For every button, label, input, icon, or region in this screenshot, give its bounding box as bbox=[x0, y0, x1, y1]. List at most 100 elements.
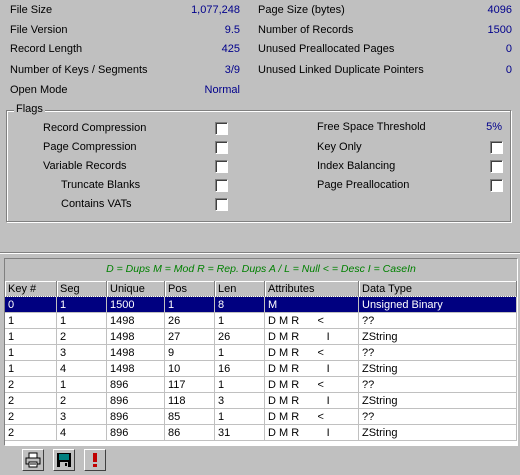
table-row[interactable]: 2 2 896 118 3 D M R I ZString bbox=[5, 393, 517, 409]
column-header-pos[interactable]: Pos bbox=[165, 281, 215, 297]
variable-records-label: Variable Records bbox=[43, 160, 127, 172]
pos-cell: 86 bbox=[165, 425, 215, 441]
record-compression-label: Record Compression bbox=[43, 122, 147, 134]
separator bbox=[0, 252, 520, 254]
unused-preallocated-value: 0 bbox=[505, 43, 512, 55]
table-row[interactable]: 2 4 896 86 31 D M R I ZString bbox=[5, 425, 517, 441]
number-of-records-value: 1500 bbox=[487, 24, 512, 36]
key-only-checkbox[interactable] bbox=[490, 141, 503, 154]
attributes-cell: D M R I bbox=[265, 393, 359, 409]
index-balancing-label: Index Balancing bbox=[317, 160, 396, 172]
file-version-label: File Version bbox=[10, 24, 68, 36]
table-row[interactable]: 2 3 896 85 1 D M R <?? bbox=[5, 409, 517, 425]
data-type-cell: ZString bbox=[359, 361, 517, 377]
key-number-cell: 2 bbox=[5, 377, 57, 393]
free-space-threshold-value: 5% bbox=[486, 121, 502, 133]
attribute-legend: D = Dups M = Mod R = Rep. Dups A / L = N… bbox=[106, 263, 416, 275]
key-number-cell: 1 bbox=[5, 313, 57, 329]
unique-cell: 896 bbox=[107, 425, 165, 441]
seg-cell: 2 bbox=[57, 329, 107, 345]
file-version-value: 9.5 bbox=[224, 24, 240, 36]
table-row[interactable]: 2 1 896 117 1 D M R <?? bbox=[5, 377, 517, 393]
attributes-cell: D M R I bbox=[265, 361, 359, 377]
record-length-value: 425 bbox=[221, 43, 240, 55]
variable-records-checkbox[interactable] bbox=[215, 160, 228, 173]
table-row[interactable]: 0 1 1500 1 8 M Unsigned Binary bbox=[5, 296, 517, 314]
page-size-label: Page Size (bytes) bbox=[258, 4, 345, 16]
table-row[interactable]: 1 3 1498 9 1 D M R <?? bbox=[5, 345, 517, 361]
len-cell: 26 bbox=[215, 329, 265, 345]
page-preallocation-checkbox[interactable] bbox=[490, 179, 503, 192]
file-size-value: 1,077,248 bbox=[191, 4, 240, 16]
column-header-data-type[interactable]: Data Type bbox=[359, 281, 517, 297]
table-row[interactable]: 1 1 1498 26 1 D M R <?? bbox=[5, 313, 517, 329]
flags-title: Flags bbox=[14, 103, 45, 115]
unique-cell: 896 bbox=[107, 377, 165, 393]
data-type-cell: ZString bbox=[359, 425, 517, 441]
print-button[interactable] bbox=[22, 449, 44, 471]
column-header-key[interactable]: Key # bbox=[5, 281, 57, 297]
pos-cell: 85 bbox=[165, 409, 215, 425]
pos-cell: 27 bbox=[165, 329, 215, 345]
key-only-label: Key Only bbox=[317, 141, 362, 153]
contains-vats-checkbox[interactable] bbox=[215, 198, 228, 211]
data-type-cell: ?? bbox=[359, 313, 517, 329]
file-size-label: File Size bbox=[10, 4, 53, 16]
page-size-value: 4096 bbox=[487, 4, 512, 16]
key-number-cell: 1 bbox=[5, 329, 57, 345]
data-type-cell: ?? bbox=[359, 409, 517, 425]
column-header-seg[interactable]: Seg bbox=[57, 281, 107, 297]
pos-cell: 117 bbox=[165, 377, 215, 393]
attributes-cell: D M R I bbox=[265, 425, 359, 441]
attribute-legend-bar: D = Dups M = Mod R = Rep. Dups A / L = N… bbox=[5, 259, 517, 282]
unused-linked-dup-value: 0 bbox=[505, 64, 512, 76]
printer-icon bbox=[25, 452, 41, 468]
seg-cell: 4 bbox=[57, 361, 107, 377]
table-row[interactable]: 1 2 1498 27 26 D M R I ZString bbox=[5, 329, 517, 345]
free-space-threshold-label: Free Space Threshold bbox=[317, 121, 426, 133]
column-header-unique[interactable]: Unique bbox=[107, 281, 165, 297]
truncate-blanks-checkbox[interactable] bbox=[215, 179, 228, 192]
unique-cell: 896 bbox=[107, 409, 165, 425]
seg-cell: 1 bbox=[57, 377, 107, 393]
len-cell: 1 bbox=[215, 345, 265, 361]
table-row[interactable]: 1 4 1498 10 16 D M R I ZString bbox=[5, 361, 517, 377]
pos-cell: 10 bbox=[165, 361, 215, 377]
unused-preallocated-label: Unused Preallocated Pages bbox=[258, 43, 395, 55]
unused-linked-dup-label: Unused Linked Duplicate Pointers bbox=[258, 64, 424, 76]
record-compression-checkbox[interactable] bbox=[215, 122, 228, 135]
exclamation-icon bbox=[93, 453, 97, 467]
key-number-cell: 1 bbox=[5, 361, 57, 377]
attributes-cell: D M R < bbox=[265, 409, 359, 425]
index-balancing-checkbox[interactable] bbox=[490, 160, 503, 173]
attributes-cell: D M R I bbox=[265, 329, 359, 345]
keys-segments-value: 3/9 bbox=[224, 64, 240, 76]
len-cell: 1 bbox=[215, 409, 265, 425]
len-cell: 8 bbox=[215, 297, 265, 313]
key-number-cell: 1 bbox=[5, 345, 57, 361]
unique-cell: 1498 bbox=[107, 345, 165, 361]
attributes-cell: D M R < bbox=[265, 377, 359, 393]
alert-button[interactable] bbox=[84, 449, 106, 471]
record-length-label: Record Length bbox=[10, 43, 83, 55]
open-mode-value: Normal bbox=[204, 84, 240, 96]
unique-cell: 1498 bbox=[107, 361, 165, 377]
data-type-cell: ?? bbox=[359, 345, 517, 361]
pos-cell: 118 bbox=[165, 393, 215, 409]
column-header-attributes[interactable]: Attributes bbox=[265, 281, 359, 297]
len-cell: 31 bbox=[215, 425, 265, 441]
column-header-len[interactable]: Len bbox=[215, 281, 265, 297]
contains-vats-label: Contains VATs bbox=[61, 198, 132, 210]
pos-cell: 9 bbox=[165, 345, 215, 361]
data-type-cell: Unsigned Binary bbox=[359, 297, 517, 313]
page-compression-checkbox[interactable] bbox=[215, 141, 228, 154]
data-type-cell: ZString bbox=[359, 393, 517, 409]
key-number-cell: 2 bbox=[5, 409, 57, 425]
save-button[interactable] bbox=[53, 449, 75, 471]
page-compression-label: Page Compression bbox=[43, 141, 137, 153]
pos-cell: 26 bbox=[165, 313, 215, 329]
key-segment-grid[interactable]: D = Dups M = Mod R = Rep. Dups A / L = N… bbox=[4, 258, 518, 446]
page-preallocation-label: Page Preallocation bbox=[317, 179, 410, 191]
seg-cell: 4 bbox=[57, 425, 107, 441]
unique-cell: 1498 bbox=[107, 313, 165, 329]
